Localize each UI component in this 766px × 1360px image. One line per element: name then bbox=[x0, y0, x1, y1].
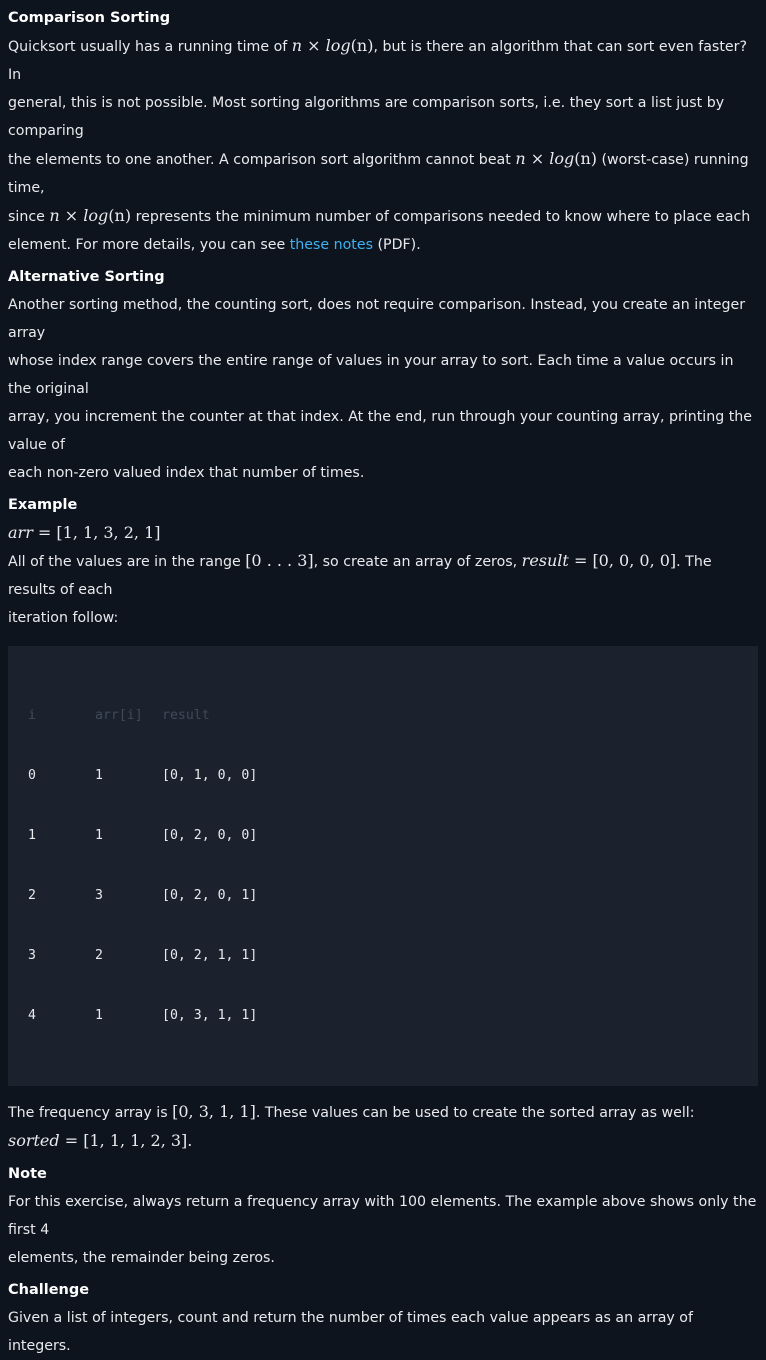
math-log: log bbox=[549, 149, 575, 168]
text: array, you increment the counter at that… bbox=[8, 409, 753, 453]
math-nlogn: n × log(n) bbox=[515, 149, 597, 168]
math-arr-value: = [1, 1, 3, 2, 1] bbox=[32, 523, 161, 542]
text: elements, the remainder being zeros. bbox=[8, 1250, 275, 1266]
challenge-paragraph: Given a list of integers, count and retu… bbox=[8, 1310, 693, 1354]
alternative-paragraph: Another sorting method, the counting sor… bbox=[8, 291, 758, 487]
cell-result: [0, 3, 1, 1] bbox=[162, 1008, 258, 1023]
text: The frequency array is bbox=[8, 1105, 173, 1121]
section-title-note: Note bbox=[8, 1166, 47, 1182]
cell-i: 3 bbox=[28, 948, 36, 963]
cell-arr: 2 bbox=[95, 948, 103, 963]
math-sorted: sorted bbox=[8, 1131, 60, 1150]
math-times: × bbox=[525, 149, 550, 168]
problem-statement: Comparison Sorting Quicksort usually has… bbox=[0, 0, 766, 1360]
math-times: × bbox=[302, 36, 326, 55]
math-result-value: = [0, 0, 0, 0] bbox=[568, 551, 677, 570]
example-arr: arr = [1, 1, 3, 2, 1] bbox=[8, 519, 758, 547]
text: Quicksort usually has a running time of bbox=[8, 39, 292, 55]
math-times: × bbox=[59, 206, 84, 225]
note-paragraph: For this exercise, always return a frequ… bbox=[8, 1188, 758, 1272]
text: whose index range covers the entire rang… bbox=[8, 353, 734, 397]
math-log: log bbox=[325, 36, 351, 55]
math-n: n bbox=[291, 36, 303, 55]
cell-result: [0, 2, 0, 0] bbox=[162, 828, 258, 843]
math-period: . bbox=[187, 1131, 193, 1150]
text: All of the values are in the range bbox=[8, 554, 246, 570]
text: , so create an array of zeros, bbox=[313, 554, 522, 570]
table-header: i arr[i] result bbox=[28, 706, 758, 726]
text: general, this is not possible. Most sort… bbox=[8, 95, 725, 139]
section-title-comparison: Comparison Sorting bbox=[8, 10, 171, 26]
math-arr: arr bbox=[8, 523, 33, 542]
header-result: result bbox=[162, 708, 210, 723]
section-title-challenge: Challenge bbox=[8, 1282, 90, 1298]
cell-i: 1 bbox=[28, 828, 36, 843]
cell-arr: 1 bbox=[95, 828, 103, 843]
header-i: i bbox=[28, 708, 36, 723]
cell-i: 0 bbox=[28, 768, 36, 783]
math-result: result bbox=[521, 551, 569, 570]
table-row: 3 2 [0, 2, 1, 1] bbox=[28, 946, 758, 966]
math-sorted-value: = [1, 1, 1, 2, 3] bbox=[59, 1131, 188, 1150]
frequency-paragraph: The frequency array is [0, 3, 1, 1]. The… bbox=[8, 1098, 758, 1156]
text: each non-zero valued index that number o… bbox=[8, 465, 365, 481]
math-frequency: [0, 3, 1, 1] bbox=[172, 1102, 256, 1121]
text: the elements to one another. A compariso… bbox=[8, 152, 516, 168]
math-n: n bbox=[515, 149, 526, 168]
math-range: [0 . . . 3] bbox=[245, 551, 314, 570]
cell-i: 2 bbox=[28, 888, 36, 903]
cell-result: [0, 2, 1, 1] bbox=[162, 948, 258, 963]
text: . These values can be used to create the… bbox=[255, 1105, 695, 1121]
example-paragraph: All of the values are in the range [0 . … bbox=[8, 547, 758, 632]
math-paren: (n) bbox=[574, 149, 598, 168]
math-paren: (n) bbox=[350, 36, 374, 55]
table-row: 4 1 [0, 3, 1, 1] bbox=[28, 1006, 758, 1026]
section-title-alternative: Alternative Sorting bbox=[8, 269, 165, 285]
text: For this exercise, always return a frequ… bbox=[8, 1194, 757, 1238]
text: (PDF). bbox=[372, 237, 421, 253]
cell-result: [0, 2, 0, 1] bbox=[162, 888, 258, 903]
math-paren: (n) bbox=[108, 206, 132, 225]
cell-arr: 1 bbox=[95, 1008, 103, 1023]
text: element. For more details, you can see bbox=[8, 237, 290, 253]
cell-arr: 3 bbox=[95, 888, 103, 903]
iteration-code-block: i arr[i] result 0 1 [0, 1, 0, 0] 1 1 [0, 2, 0,… bbox=[8, 646, 758, 1086]
cell-i: 4 bbox=[28, 1008, 36, 1023]
cell-result: [0, 1, 0, 0] bbox=[162, 768, 258, 783]
text: represents the minimum number of compari… bbox=[131, 209, 751, 225]
text: Another sorting method, the counting sor… bbox=[8, 297, 746, 341]
table-row: 0 1 [0, 1, 0, 0] bbox=[28, 766, 758, 786]
comparison-paragraph: Quicksort usually has a running time of … bbox=[8, 32, 758, 259]
these-notes-link[interactable]: these notes bbox=[290, 237, 373, 253]
table-row: 1 1 [0, 2, 0, 0] bbox=[28, 826, 758, 846]
text: since bbox=[8, 209, 50, 225]
math-n: n bbox=[49, 206, 60, 225]
table-row: 2 3 [0, 2, 0, 1] bbox=[28, 886, 758, 906]
math-nlogn: n × log(n) bbox=[292, 36, 374, 55]
cell-arr: 1 bbox=[95, 768, 103, 783]
section-title-example: Example bbox=[8, 497, 78, 513]
text: iteration follow: bbox=[8, 610, 119, 626]
math-nlogn: n × log(n) bbox=[49, 206, 131, 225]
math-log: log bbox=[83, 206, 109, 225]
header-arr: arr[i] bbox=[95, 708, 143, 723]
